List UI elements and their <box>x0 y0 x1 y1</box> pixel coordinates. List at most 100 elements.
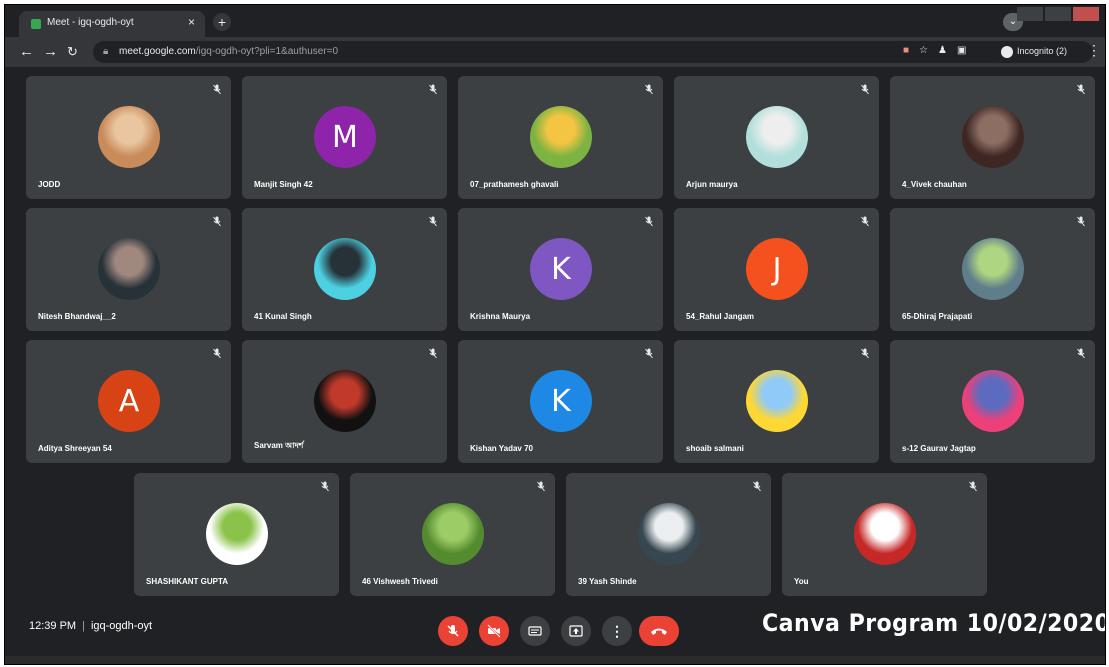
participant-tile[interactable]: SHASHIKANT GUPTA <box>134 473 339 596</box>
participant-avatar <box>854 503 916 565</box>
participant-avatar <box>746 106 808 168</box>
participant-tile[interactable]: shoaib salmani <box>674 340 879 463</box>
participant-name: 07_prathamesh ghavali <box>470 180 559 189</box>
avatar-initial: J <box>772 251 782 287</box>
tab-close-icon[interactable]: × <box>188 15 195 29</box>
participant-tile[interactable]: 65-Dhiraj Prajapati <box>890 208 1095 331</box>
participant-name: s-12 Gaurav Jagtap <box>902 444 976 453</box>
incognito-indicator[interactable]: Incognito (2) <box>995 41 1074 61</box>
participant-tile[interactable]: A Aditya Shreeyan 54 <box>26 340 231 463</box>
participant-tile[interactable]: 41 Kunal Singh <box>242 208 447 331</box>
participant-tile[interactable]: 39 Yash Shinde <box>566 473 771 596</box>
muted-mic-icon <box>1077 348 1085 359</box>
participant-name: 4_Vivek chauhan <box>902 180 967 189</box>
participant-tile[interactable]: JODD <box>26 76 231 199</box>
toolbar-icons: ■ ☆ ♟ ▣ <box>903 45 976 56</box>
browser-toolbar: ← → ↻ 🔒︎ meet.google.com/igq-ogdh-oyt?pl… <box>5 37 1105 67</box>
os-taskbar <box>5 656 1105 664</box>
participant-name: SHASHIKANT GUPTA <box>146 577 229 586</box>
window-controls <box>1015 7 1099 26</box>
camera-off-icon <box>487 624 501 638</box>
participant-name: 41 Kunal Singh <box>254 312 312 321</box>
participant-avatar <box>314 370 376 432</box>
muted-mic-icon <box>861 84 869 95</box>
participant-name: Manjit Singh 42 <box>254 180 313 189</box>
avatar-initial: K <box>551 251 571 287</box>
extensions-icon[interactable]: ♟ <box>938 45 947 56</box>
participant-avatar: K <box>530 238 592 300</box>
close-window-button[interactable] <box>1073 7 1099 21</box>
participant-avatar <box>962 238 1024 300</box>
muted-mic-icon <box>213 216 221 227</box>
participant-name: 46 Vishwesh Trivedi <box>362 577 438 586</box>
browser-window: Meet - igq-ogdh-oyt × + ⌄ ← → ↻ 🔒︎ meet.… <box>4 4 1106 665</box>
participant-avatar <box>314 238 376 300</box>
participant-tile[interactable]: 46 Vishwesh Trivedi <box>350 473 555 596</box>
participant-avatar <box>746 370 808 432</box>
browser-tab[interactable]: Meet - igq-ogdh-oyt × <box>19 11 205 37</box>
url-path: /igq-ogdh-oyt?pli=1&authuser=0 <box>195 46 339 57</box>
more-vert-icon: ⋮ <box>610 622 624 639</box>
forward-icon[interactable]: → <box>43 43 58 60</box>
muted-mic-icon <box>429 84 437 95</box>
caption-overlay: Canva Program 10/02/2020 <box>762 609 1106 637</box>
participant-tile[interactable]: M Manjit Singh 42 <box>242 76 447 199</box>
tab-strip: Meet - igq-ogdh-oyt × + ⌄ <box>5 5 1105 37</box>
participant-name: 54_Rahul Jangam <box>686 312 755 321</box>
bookmark-star-icon[interactable]: ☆ <box>919 45 928 56</box>
reload-icon[interactable]: ↻ <box>67 44 78 60</box>
browser-menu-icon[interactable]: ⋮ <box>1087 42 1101 59</box>
muted-mic-icon <box>321 481 329 492</box>
participant-avatar <box>962 370 1024 432</box>
participant-avatar: K <box>530 370 592 432</box>
muted-mic-icon <box>861 348 869 359</box>
participant-avatar <box>98 106 160 168</box>
meeting-code: igq-ogdh-oyt <box>90 620 153 632</box>
participant-avatar <box>638 503 700 565</box>
participant-avatar: A <box>98 370 160 432</box>
muted-mic-icon <box>861 216 869 227</box>
captions-button[interactable] <box>520 616 550 646</box>
camera-off-button[interactable] <box>479 616 509 646</box>
leave-call-button[interactable] <box>639 616 679 646</box>
participant-tile[interactable]: You <box>782 473 987 596</box>
participant-name: Arjun maurya <box>686 180 738 189</box>
muted-mic-icon <box>645 216 653 227</box>
participant-tile[interactable]: Arjun maurya <box>674 76 879 199</box>
participant-avatar: J <box>746 238 808 300</box>
incognito-icon <box>1001 45 1013 58</box>
meeting-details[interactable]: 12:39 PM | igq-ogdh-oyt <box>29 620 152 632</box>
participant-name: You <box>794 577 809 586</box>
participant-tile[interactable]: s-12 Gaurav Jagtap <box>890 340 1095 463</box>
separator: | <box>82 620 85 632</box>
muted-mic-icon <box>429 348 437 359</box>
participant-tile[interactable]: J 54_Rahul Jangam <box>674 208 879 331</box>
participant-tile[interactable]: 07_prathamesh ghavali <box>458 76 663 199</box>
camera-blocked-icon[interactable]: ■ <box>903 45 909 56</box>
participant-tile[interactable]: K Kishan Yadav 70 <box>458 340 663 463</box>
participant-name: Krishna Maurya <box>470 312 531 321</box>
muted-mic-icon <box>969 481 977 492</box>
muted-mic-icon <box>213 84 221 95</box>
participant-name: 39 Yash Shinde <box>578 577 637 586</box>
participant-tile[interactable]: Sarvam আদর্শ <box>242 340 447 463</box>
maximize-button[interactable] <box>1045 7 1071 21</box>
participant-name: Aditya Shreeyan 54 <box>38 444 112 453</box>
present-button[interactable] <box>561 616 591 646</box>
participant-tile[interactable]: 4_Vivek chauhan <box>890 76 1095 199</box>
participant-avatar <box>98 238 160 300</box>
new-tab-button[interactable]: + <box>213 13 231 31</box>
back-icon[interactable]: ← <box>19 43 34 60</box>
sidebar-icon[interactable]: ▣ <box>957 45 966 56</box>
participant-tile[interactable]: K Krishna Maurya <box>458 208 663 331</box>
more-options-button[interactable]: ⋮ <box>602 616 632 646</box>
minimize-button[interactable] <box>1017 7 1043 21</box>
meeting-time: 12:39 PM <box>29 620 77 632</box>
meeting-bottom-bar: 12:39 PM | igq-ogdh-oyt ⋮ Canva Program 10… <box>5 603 1105 664</box>
avatar-initial: K <box>551 383 571 419</box>
mic-off-button[interactable] <box>438 616 468 646</box>
muted-mic-icon <box>645 348 653 359</box>
participant-avatar: M <box>314 106 376 168</box>
participant-tile[interactable]: Nitesh Bhandwaj__2 <box>26 208 231 331</box>
participant-name: shoaib salmani <box>686 444 744 453</box>
